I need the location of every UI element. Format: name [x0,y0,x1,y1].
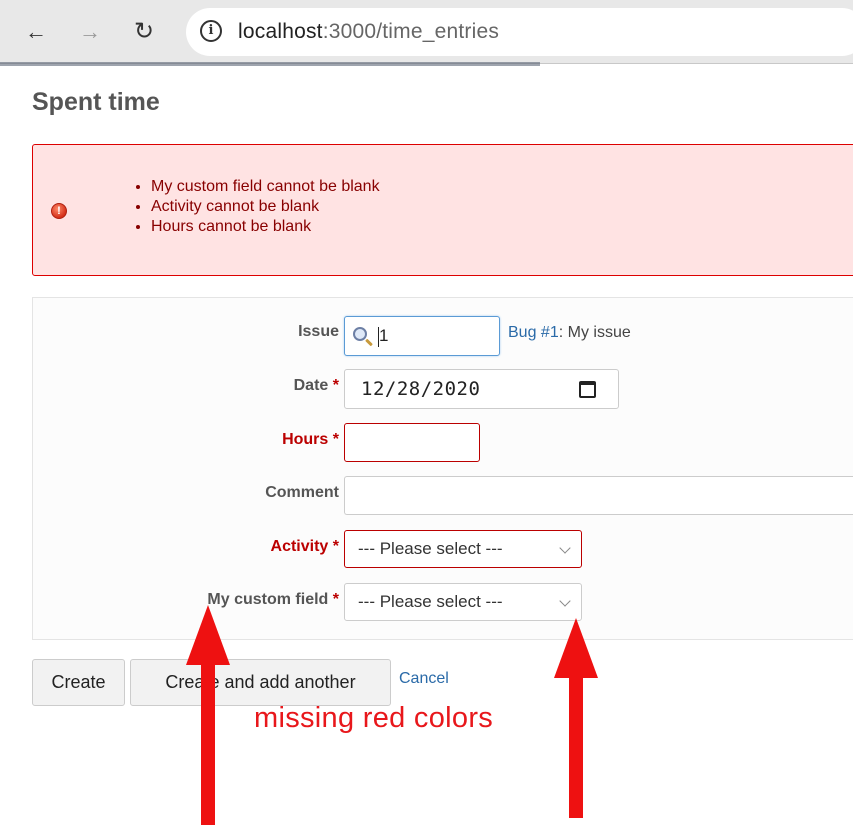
chevron-down-icon [559,542,571,554]
browser-toolbar: ← → ↻ i localhost:3000/time_entries [0,0,853,64]
date-value: 12/28/2020 [361,378,481,400]
required-mark: * [332,538,339,555]
error-explanation: ! My custom field cannot be blank Activi… [32,144,853,276]
issue-label-text: Issue [298,323,339,340]
cancel-link[interactable]: Cancel [399,670,449,688]
chevron-down-icon [559,595,571,607]
reload-icon[interactable]: ↻ [130,18,158,46]
issue-label: Issue [33,323,339,341]
create-and-add-another-button[interactable]: Create and add another [130,659,391,706]
url-path: :3000/time_entries [322,20,500,43]
annotation-text: missing red colors [254,702,494,734]
arrow-head [186,605,230,665]
custom-field-selected-value: --- Please select --- [358,592,503,611]
url-text: localhost:3000/time_entries [238,19,499,45]
custom-field-select[interactable]: --- Please select --- [344,583,582,621]
url-host: localhost [238,20,323,43]
back-arrow-icon[interactable]: ← [22,18,50,46]
forward-arrow-icon[interactable]: → [76,18,104,46]
issue-subject: : My issue [558,324,631,341]
loading-bar [0,62,540,66]
hours-input[interactable] [344,423,480,462]
activity-label-text: Activity [270,538,329,555]
required-mark: * [332,377,339,394]
activity-selected-value: --- Please select --- [358,539,503,558]
date-input[interactable]: 12/28/2020 [344,369,619,409]
time-entry-form: Issue 1 Bug #1: My issue Date * 12/28/20… [32,297,853,640]
activity-label: Activity * [33,538,339,556]
arrow-head [554,618,598,678]
comment-label-text: Comment [265,484,339,501]
date-label-text: Date [293,377,329,394]
activity-select[interactable]: --- Please select --- [344,530,582,568]
search-icon [353,327,367,341]
comment-label: Comment [33,484,339,502]
arrow-shaft [201,665,215,825]
date-label: Date * [33,377,339,395]
error-item: Hours cannot be blank [151,217,380,237]
issue-reference: Bug #1: My issue [508,324,631,342]
error-item: My custom field cannot be blank [151,177,380,197]
info-icon[interactable]: i [200,20,222,42]
error-list: My custom field cannot be blank Activity… [125,177,380,237]
error-icon: ! [51,203,67,219]
issue-value: 1 [379,326,389,345]
page-title: Spent time [32,88,160,116]
create-button[interactable]: Create [32,659,125,706]
annotation-arrow-left [186,605,230,825]
issue-link[interactable]: Bug #1 [508,324,559,341]
search-icon-handle [365,338,373,347]
hours-label-text: Hours [282,431,329,448]
comment-input[interactable] [344,476,853,515]
calendar-icon[interactable] [579,381,596,398]
annotation-arrow-right [554,618,598,818]
hours-label: Hours * [33,431,339,449]
error-item: Activity cannot be blank [151,197,380,217]
issue-input[interactable]: 1 [344,316,500,356]
required-mark: * [332,431,339,448]
arrow-shaft [569,678,583,818]
required-mark: * [332,591,339,608]
address-bar[interactable]: i localhost:3000/time_entries [186,8,853,56]
